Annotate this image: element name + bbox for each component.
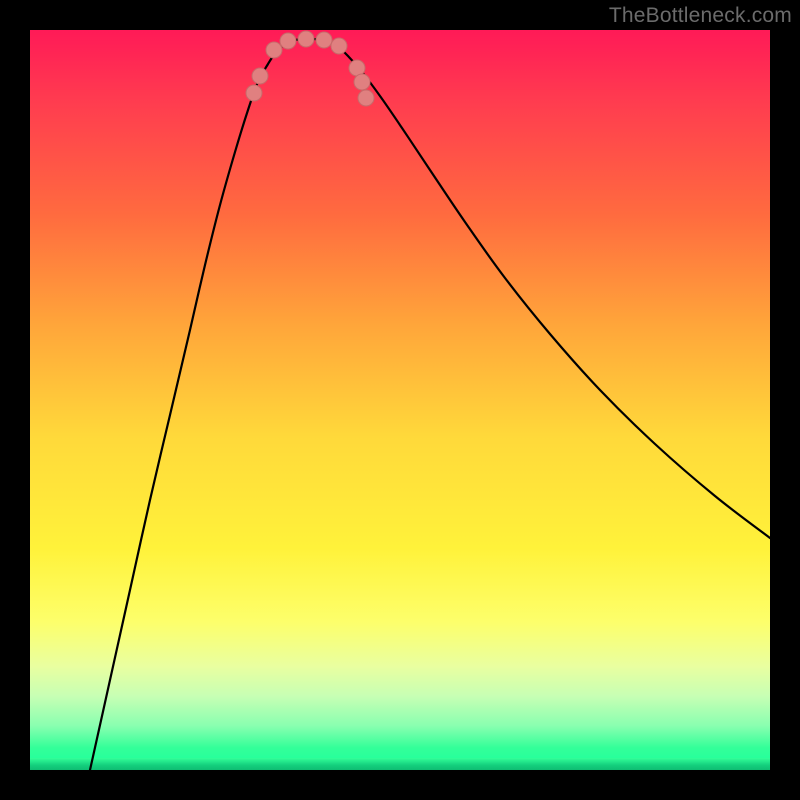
highlight-dot [316, 32, 332, 48]
highlight-dot [246, 85, 262, 101]
highlight-dot [266, 42, 282, 58]
chart-frame: TheBottleneck.com [0, 0, 800, 800]
highlight-dot [252, 68, 268, 84]
highlight-dot [280, 33, 296, 49]
curve-layer [30, 30, 770, 770]
highlight-dot [298, 31, 314, 47]
bottleneck-curve [90, 39, 770, 770]
highlight-dot [354, 74, 370, 90]
highlight-dot [331, 38, 347, 54]
watermark-text: TheBottleneck.com [609, 4, 792, 28]
plot-area [30, 30, 770, 770]
highlight-dot [358, 90, 374, 106]
